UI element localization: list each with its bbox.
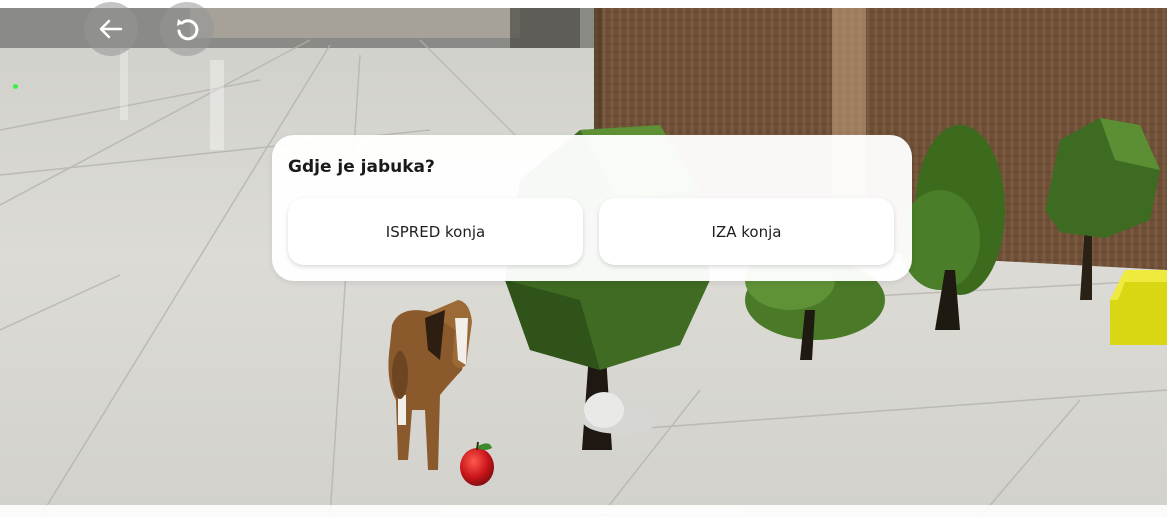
question-text: Gdje je jabuka? xyxy=(288,157,435,177)
home-indicator[interactable] xyxy=(442,509,742,514)
reset-button[interactable] xyxy=(160,2,214,56)
question-dialog: Gdje je jabuka? ISPRED konja IZA konja xyxy=(272,135,912,281)
answer-button-in-front[interactable]: ISPRED konja xyxy=(288,198,583,265)
tracking-indicator-dot xyxy=(13,84,18,89)
answer-button-behind[interactable]: IZA konja xyxy=(599,198,894,265)
rotate-ccw-icon xyxy=(177,19,199,41)
back-button[interactable] xyxy=(84,2,138,56)
arrow-left-icon xyxy=(99,19,123,39)
